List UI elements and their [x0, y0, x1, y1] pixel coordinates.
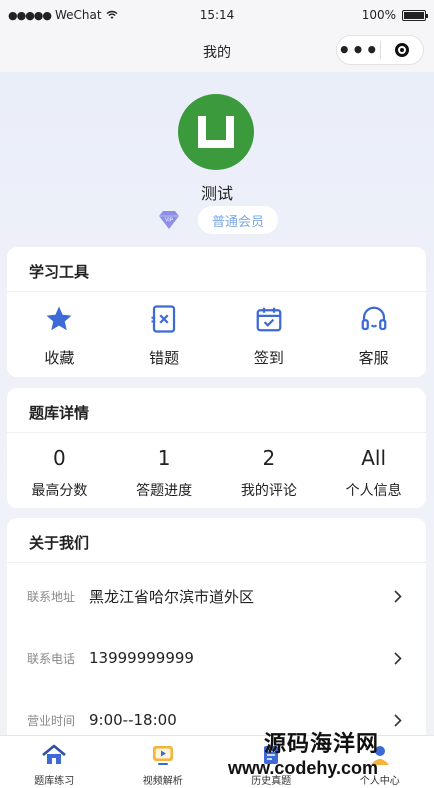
tab-label: 题库练习 [34, 772, 74, 787]
tab-question-practice[interactable]: 题库练习 [0, 736, 109, 788]
status-right: 100% [362, 8, 426, 22]
tools-grid: 收藏 错题 签到 [7, 303, 426, 368]
tool-label: 错题 [149, 347, 179, 368]
stat-label: 我的评论 [241, 480, 297, 500]
member-level-badge[interactable]: 普通会员 [198, 206, 278, 234]
bank-card: 题库详情 0 最高分数 1 答题进度 2 我的评论 All 个人信息 [7, 388, 426, 508]
close-ring-icon [395, 43, 409, 57]
stat-label: 答题进度 [136, 480, 192, 500]
calendar-check-icon [254, 304, 284, 334]
card-divider [7, 291, 426, 292]
battery-percent: 100% [362, 8, 396, 22]
vip-diamond-icon: VIP [157, 210, 181, 230]
tab-video-analysis[interactable]: 视频解析 [109, 736, 218, 788]
more-button[interactable]: ••• [337, 40, 380, 60]
row-value: 9:00--18:00 [89, 711, 177, 729]
row-key: 营业时间 [27, 712, 75, 729]
about-row-address[interactable]: 联系地址 黑龙江省哈尔滨市道外区 [7, 584, 426, 608]
headset-icon [359, 304, 389, 334]
watermark-name: 源码海洋网 [228, 734, 379, 756]
avatar-letter-u-icon [178, 94, 254, 170]
stat-value: All [361, 446, 386, 470]
chevron-right-icon [394, 652, 402, 665]
tab-label: 视频解析 [143, 772, 183, 787]
close-button[interactable] [381, 43, 423, 57]
chevron-right-icon [394, 714, 402, 727]
video-icon [150, 743, 176, 767]
card-divider [7, 562, 426, 563]
stat-label: 个人信息 [346, 480, 402, 500]
status-bar: ●●●●● WeChat 15:14 100% [0, 0, 434, 30]
avatar[interactable] [178, 94, 254, 170]
about-row-hours[interactable]: 营业时间 9:00--18:00 [7, 708, 426, 732]
wrong-question-icon [149, 304, 179, 334]
stats-grid: 0 最高分数 1 答题进度 2 我的评论 All 个人信息 [7, 446, 426, 500]
home-icon [40, 743, 68, 767]
stat-progress[interactable]: 1 答题进度 [112, 446, 217, 500]
bank-title: 题库详情 [29, 402, 89, 423]
stat-comments[interactable]: 2 我的评论 [217, 446, 322, 500]
nav-bar: 我的 ••• [0, 30, 434, 72]
svg-text:VIP: VIP [165, 218, 174, 224]
about-title: 关于我们 [29, 532, 89, 553]
tools-title: 学习工具 [29, 261, 89, 282]
stat-high-score[interactable]: 0 最高分数 [7, 446, 112, 500]
tool-customer-service[interactable]: 客服 [321, 303, 426, 368]
row-value: 13999999999 [89, 649, 194, 667]
chevron-right-icon [394, 590, 402, 603]
stat-value: 2 [263, 446, 276, 470]
star-icon [44, 304, 74, 334]
username: 测试 [0, 180, 434, 204]
stat-value: 0 [53, 446, 66, 470]
mini-program-capsule: ••• [336, 35, 424, 65]
card-divider [7, 432, 426, 433]
tool-wrong-questions[interactable]: 错题 [112, 303, 217, 368]
watermark-url: www.codehy.com [228, 759, 379, 777]
watermark: 源码海洋网 www.codehy.com [228, 734, 379, 777]
stat-personal-info[interactable]: All 个人信息 [321, 446, 426, 500]
tool-label: 客服 [359, 347, 389, 368]
tools-card: 学习工具 收藏 错题 [7, 247, 426, 377]
row-key: 联系电话 [27, 650, 75, 667]
about-row-phone[interactable]: 联系电话 13999999999 [7, 646, 426, 670]
battery-icon [402, 10, 426, 21]
stat-value: 1 [158, 446, 171, 470]
about-card: 关于我们 联系地址 黑龙江省哈尔滨市道外区 联系电话 13999999999 营… [7, 518, 426, 748]
stat-label: 最高分数 [31, 480, 87, 500]
tool-check-in[interactable]: 签到 [217, 303, 322, 368]
row-key: 联系地址 [27, 588, 75, 605]
tool-label: 收藏 [44, 347, 74, 368]
tool-favorites[interactable]: 收藏 [7, 303, 112, 368]
tool-label: 签到 [254, 347, 284, 368]
row-value: 黑龙江省哈尔滨市道外区 [89, 586, 254, 607]
